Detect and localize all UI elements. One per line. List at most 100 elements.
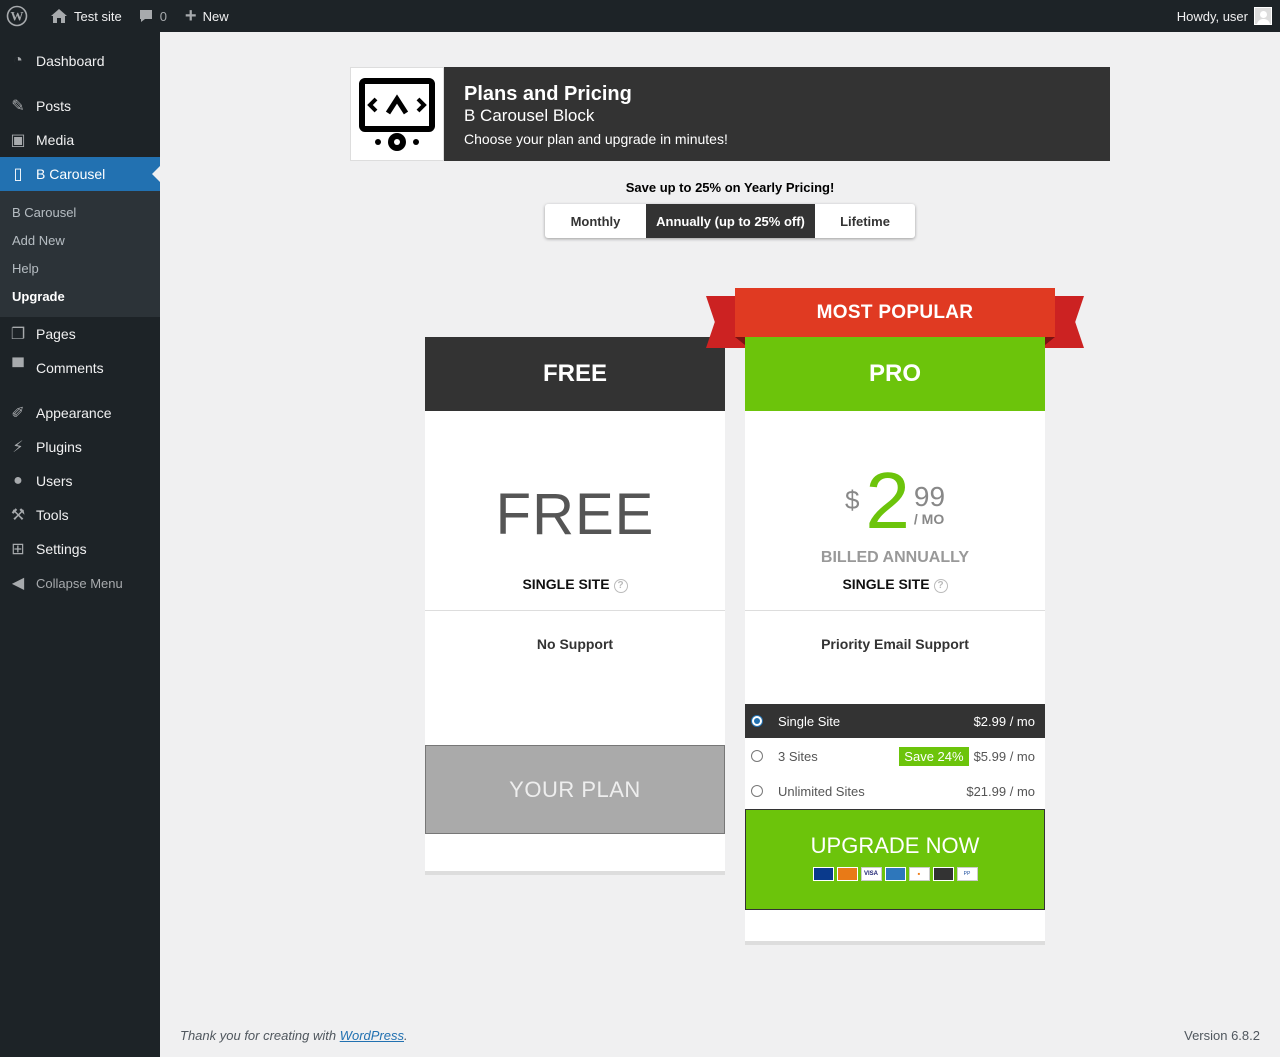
header-description: Choose your plan and upgrade in minutes! — [464, 131, 728, 147]
sidebar-item-media[interactable]: ▣ Media — [0, 123, 160, 157]
footer-thanks-text: Thank you for creating with — [180, 1028, 337, 1043]
billing-cycle-toggle: Monthly Annually (up to 25% off) Lifetim… — [545, 204, 915, 238]
license-price: $5.99 / mo — [973, 748, 1035, 764]
sidebar-item-label: Settings — [36, 541, 87, 557]
currency-symbol: $ — [844, 485, 860, 515]
sidebar-item-label: Comments — [36, 360, 104, 376]
pro-plan-name: PRO — [745, 337, 1045, 411]
upgrade-now-button[interactable]: UPGRADE NOW VISA ■ PP — [745, 809, 1045, 910]
footer-version: Version 6.8.2 — [1184, 1028, 1260, 1043]
license-label: Single Site — [778, 713, 841, 729]
license-option-unlimited-sites[interactable]: Unlimited Sites $21.99 / mo — [745, 774, 1045, 808]
brush-icon: ✐ — [11, 405, 25, 422]
free-plan-card: FREE FREE SINGLE SITE? No Support YOUR P… — [425, 337, 725, 875]
visa-icon: VISA — [860, 866, 882, 881]
page-title: Plans and Pricing — [464, 83, 632, 105]
collapse-icon: ◀ — [11, 575, 25, 592]
most-popular-ribbon: MOST POPULAR — [735, 288, 1055, 337]
sidebar-item-label: Plugins — [36, 439, 82, 455]
sidebar-item-comments[interactable]: ▀ Comments — [0, 351, 160, 385]
site-name: Test site — [74, 8, 122, 24]
billed-annually-label: BILLED ANNUALLY — [820, 549, 970, 566]
license-radio[interactable] — [751, 785, 763, 797]
submenu-item-upgrade[interactable]: Upgrade — [0, 282, 160, 310]
submenu-item-b-carousel[interactable]: B Carousel — [0, 198, 160, 226]
site-name-link[interactable]: Test site — [36, 0, 130, 32]
license-radio[interactable] — [751, 715, 763, 727]
free-support: No Support — [536, 636, 614, 652]
license-option-3-sites[interactable]: 3 Sites Save 24% $5.99 / mo — [745, 739, 1045, 773]
howdy-text: Howdy, user — [1176, 8, 1248, 24]
sidebar-item-label: Pages — [36, 326, 76, 342]
sidebar-item-dashboard[interactable]: ◔ Dashboard — [0, 44, 160, 78]
comments-count: 0 — [159, 8, 167, 24]
sidebar-item-users[interactable]: ● Users — [0, 464, 160, 498]
discover-icon: ■ — [908, 866, 930, 881]
sidebar-item-b-carousel[interactable]: ▯ B Carousel — [0, 157, 160, 191]
svg-text:W: W — [11, 9, 24, 24]
license-price: $21.99 / mo — [966, 783, 1035, 799]
submenu-item-add-new[interactable]: Add New — [0, 226, 160, 254]
price-period: / MO — [913, 511, 945, 527]
license-radio[interactable] — [751, 750, 763, 762]
sidebar-item-label: Media — [36, 132, 75, 148]
sidebar-item-plugins[interactable]: ⚡ Plugins — [0, 430, 160, 464]
your-plan-button[interactable]: YOUR PLAN — [425, 745, 725, 834]
amex-icon — [884, 866, 906, 881]
sidebar-item-label: B Carousel — [36, 166, 106, 182]
sidebar-item-pages[interactable]: ❐ Pages — [0, 317, 160, 351]
sidebar-item-posts[interactable]: ✎ Posts — [0, 89, 160, 123]
site-label-text: SINGLE SITE — [842, 576, 930, 592]
carousel-icon: ▯ — [13, 166, 23, 183]
yearly-savings-text: Save up to 25% on Yearly Pricing! — [625, 180, 835, 195]
submenu-item-help[interactable]: Help — [0, 254, 160, 282]
price-amount: 2 — [865, 456, 910, 545]
billing-lifetime-button[interactable]: Lifetime — [815, 204, 915, 238]
pro-price: $ 2 99 / MO — [745, 461, 1045, 541]
billing-annually-button[interactable]: Annually (up to 25% off) — [646, 204, 815, 238]
help-icon[interactable]: ? — [933, 579, 948, 593]
footer-thanks: Thank you for creating with WordPress. — [180, 1028, 408, 1043]
comment-icon — [139, 10, 152, 22]
wordpress-logo-button[interactable]: W — [0, 0, 36, 32]
maestro-icon — [812, 866, 834, 881]
plugin-icon: ⚡ — [12, 439, 24, 456]
sidebar-item-settings[interactable]: ⊞ Settings — [0, 532, 160, 566]
license-label: 3 Sites — [778, 748, 818, 764]
wordpress-icon: W — [6, 5, 28, 27]
dashboard-icon: ◔ — [13, 52, 23, 69]
sidebar-item-tools[interactable]: ⚒ Tools — [0, 498, 160, 532]
help-icon[interactable]: ? — [613, 579, 628, 593]
home-icon — [51, 9, 67, 23]
collapse-menu-button[interactable]: ◀ Collapse Menu — [0, 566, 160, 600]
sidebar-item-label: Users — [36, 473, 73, 489]
media-icon: ▣ — [10, 132, 26, 149]
wrench-icon: ⚒ — [10, 507, 26, 524]
payment-methods: VISA ■ PP — [812, 866, 978, 881]
sidebar-item-label: Dashboard — [36, 53, 105, 69]
new-content-link[interactable]: + New — [175, 0, 237, 32]
plugin-name: B Carousel Block — [464, 106, 595, 125]
free-site-label: SINGLE SITE? — [425, 576, 725, 593]
upgrade-now-label: UPGRADE NOW — [810, 832, 980, 858]
avatar — [1254, 7, 1272, 25]
price-cents: 99 — [913, 481, 946, 512]
wordpress-link[interactable]: WordPress — [340, 1028, 404, 1043]
comments-link[interactable]: 0 — [130, 0, 175, 32]
pro-plan-card: PRO $ 2 99 / MO BILLED ANNUALLY SINGLE S… — [745, 337, 1045, 945]
free-price-area: FREE SINGLE SITE? — [425, 411, 725, 611]
account-menu[interactable]: Howdy, user — [1177, 7, 1280, 25]
license-price: $2.99 / mo — [973, 713, 1035, 729]
sidebar-item-appearance[interactable]: ✐ Appearance — [0, 396, 160, 430]
license-label: Unlimited Sites — [778, 783, 865, 799]
billing-monthly-button[interactable]: Monthly — [545, 204, 646, 238]
pin-icon: ✎ — [11, 98, 25, 115]
carousel-logo-icon — [359, 78, 435, 151]
new-label: New — [202, 8, 229, 24]
bank-icon — [932, 866, 954, 881]
pro-support: Priority Email Support — [821, 636, 969, 652]
sidebar-item-label: Posts — [36, 98, 72, 114]
free-plan-name: FREE — [425, 337, 725, 411]
license-option-single-site[interactable]: Single Site $2.99 / mo — [745, 704, 1045, 738]
pro-price-area: $ 2 99 / MO BILLED ANNUALLY SINGLE SITE? — [745, 411, 1045, 611]
